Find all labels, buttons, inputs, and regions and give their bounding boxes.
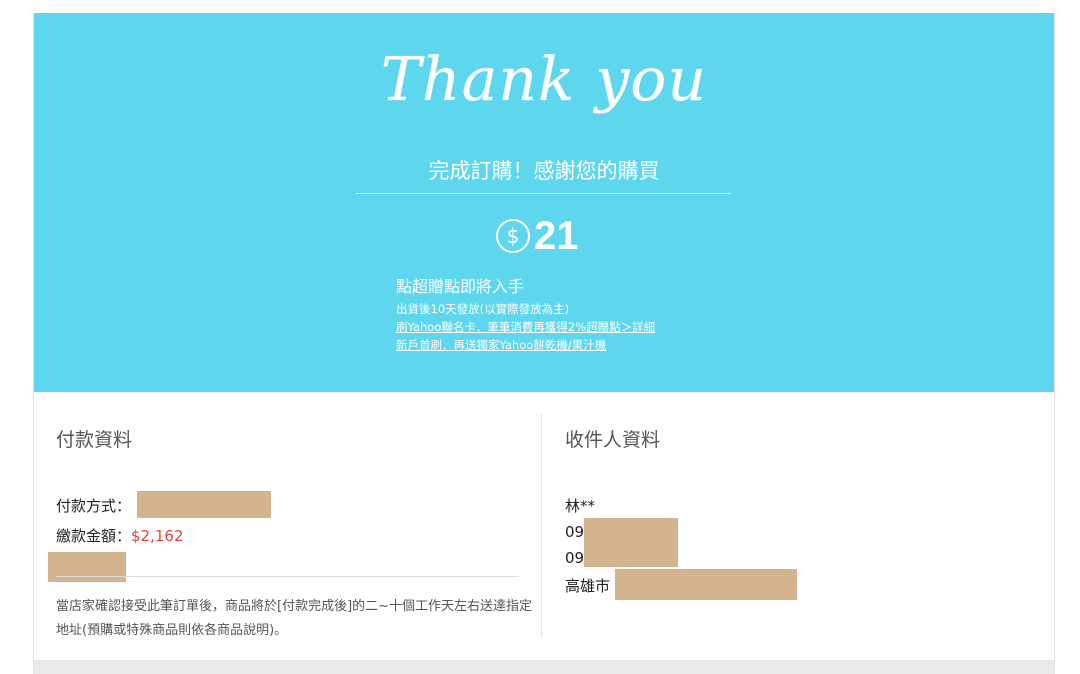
- payment-note-divider: [56, 576, 519, 577]
- cobrand-card-link[interactable]: 刷Yahoo聯名卡．筆筆消費再獲得2%超贈點＞詳細: [396, 318, 655, 336]
- points-amount: $ 21: [496, 213, 579, 259]
- column-divider: [541, 414, 542, 638]
- points-note: 出貨後10天發放(以實際發放為主): [396, 302, 570, 316]
- payment-method-label: 付款方式：: [56, 497, 132, 515]
- delivery-note: 當店家確認接受此筆訂單後，商品將於[付款完成後]的二~十個工作天左右送達指定地址…: [56, 599, 533, 638]
- order-confirmation-card: Thank you 完成訂購！感謝您的購買 $ 21 點超贈點即將入手 出貨後1…: [33, 13, 1055, 674]
- dollar-coin-icon: $: [496, 219, 530, 253]
- points-info: 點超贈點即將入手 出貨後10天發放(以實際發放為主) 刷Yahoo聯名卡．筆筆消…: [396, 273, 655, 354]
- points-value: 21: [534, 213, 579, 258]
- recipient-address: 高雄市: [565, 577, 611, 595]
- recipient-phone-1: 09: [565, 523, 585, 541]
- payment-amount-row: 繳款金額：$2,162: [56, 525, 184, 546]
- payment-amount-value: $2,162: [131, 527, 184, 545]
- recipient-name: 林**: [565, 497, 596, 515]
- new-user-promo-link[interactable]: 新戶首刷．再送獨家Yahoo餅乾機/果汁機: [396, 336, 655, 354]
- payment-method-row: 付款方式：: [56, 495, 131, 516]
- redacted-phone-2: [584, 544, 678, 567]
- recipient-phone-2: 09: [565, 549, 585, 567]
- recipient-info-title: 收件人資料: [565, 429, 661, 451]
- banner-divider: [356, 193, 730, 194]
- redacted-phone-1: [584, 518, 678, 546]
- payment-info-title: 付款資料: [56, 429, 133, 451]
- payment-amount-label: 繳款金額：: [56, 527, 132, 545]
- redacted-address: [615, 569, 797, 600]
- order-complete-headline: 完成訂購！感謝您的購買: [428, 159, 660, 183]
- footer-bar: [34, 660, 1054, 674]
- redacted-payment-method: [137, 491, 271, 518]
- redacted-payment-detail: [48, 552, 126, 582]
- points-title: 點超贈點即將入手: [396, 277, 525, 296]
- thank-you-banner: Thank you 完成訂購！感謝您的購買 $ 21 點超贈點即將入手 出貨後1…: [34, 13, 1054, 392]
- thank-you-title: Thank you: [380, 45, 708, 115]
